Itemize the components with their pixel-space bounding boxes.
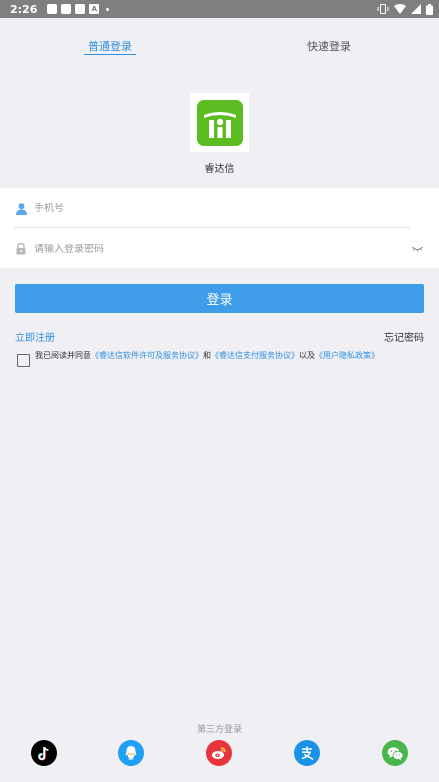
tiktok-login-button[interactable] bbox=[31, 740, 57, 766]
active-tab-underline bbox=[84, 54, 136, 55]
weibo-icon bbox=[212, 747, 226, 759]
password-visibility-toggle-icon[interactable] bbox=[412, 244, 423, 255]
more-notifications-icon bbox=[106, 7, 110, 11]
tab-quick-login[interactable]: 快速登录 bbox=[303, 38, 355, 54]
phone-row bbox=[14, 190, 410, 228]
user-icon bbox=[14, 202, 28, 215]
notification-a-icon: A bbox=[89, 4, 100, 14]
qq-icon bbox=[125, 746, 137, 760]
agreement-row: 我已阅读并同意《睿达信软件许可及服务协议》和《睿达信支付服务协议》以及《用户隐私… bbox=[17, 350, 427, 367]
tab-quick-login-label: 快速登录 bbox=[307, 40, 351, 53]
vibrate-icon bbox=[377, 4, 389, 14]
notification-icon bbox=[61, 4, 72, 14]
agreement-text: 我已阅读并同意《睿达信软件许可及服务协议》和《睿达信支付服务协议》以及《用户隐私… bbox=[35, 350, 379, 361]
third-party-title: 第三方登录 bbox=[196, 725, 242, 735]
software-license-link[interactable]: 《睿达信软件许可及服务协议》 bbox=[91, 351, 203, 360]
payment-agreement-link[interactable]: 《睿达信支付服务协议》 bbox=[211, 351, 299, 360]
login-mode-tabs: 普通登录 快速登录 bbox=[0, 38, 439, 60]
tab-normal-login-label: 普通登录 bbox=[88, 40, 132, 53]
wifi-icon bbox=[394, 4, 406, 14]
agreement-checkbox[interactable] bbox=[17, 354, 30, 367]
register-link[interactable]: 立即注册 bbox=[15, 329, 55, 344]
app-logo-icon bbox=[196, 99, 243, 146]
tab-normal-login[interactable]: 普通登录 bbox=[84, 38, 136, 55]
app-logo bbox=[190, 93, 249, 152]
notification-icon bbox=[75, 4, 86, 14]
password-row bbox=[14, 230, 425, 268]
agreement-prefix: 我已阅读并同意 bbox=[35, 351, 91, 360]
app-name: 睿达信 bbox=[204, 164, 235, 175]
battery-icon bbox=[426, 3, 433, 15]
forgot-password-link[interactable]: 忘记密码 bbox=[384, 329, 424, 344]
login-form bbox=[0, 188, 439, 268]
alipay-login-button[interactable] bbox=[294, 740, 320, 766]
wechat-icon bbox=[387, 746, 403, 760]
password-input[interactable] bbox=[34, 243, 425, 255]
alipay-icon bbox=[301, 746, 314, 761]
third-party-login-bar bbox=[0, 740, 439, 768]
phone-input[interactable] bbox=[34, 203, 410, 214]
agreement-and: 和 bbox=[203, 351, 211, 360]
qq-login-button[interactable] bbox=[118, 740, 144, 766]
lock-icon bbox=[14, 243, 28, 255]
wechat-login-button[interactable] bbox=[382, 740, 408, 766]
status-time: 2:26 bbox=[10, 2, 38, 16]
weibo-login-button[interactable] bbox=[206, 740, 232, 766]
signal-icon bbox=[411, 4, 421, 14]
tiktok-icon bbox=[37, 746, 49, 761]
auth-links: 立即注册 忘记密码 bbox=[15, 329, 424, 344]
status-bar: 2:26 A bbox=[0, 0, 439, 18]
notification-icon bbox=[47, 4, 58, 14]
privacy-policy-link[interactable]: 《用户隐私政策》 bbox=[315, 351, 379, 360]
agreement-and2: 以及 bbox=[299, 351, 315, 360]
login-button[interactable]: 登录 bbox=[15, 284, 424, 313]
